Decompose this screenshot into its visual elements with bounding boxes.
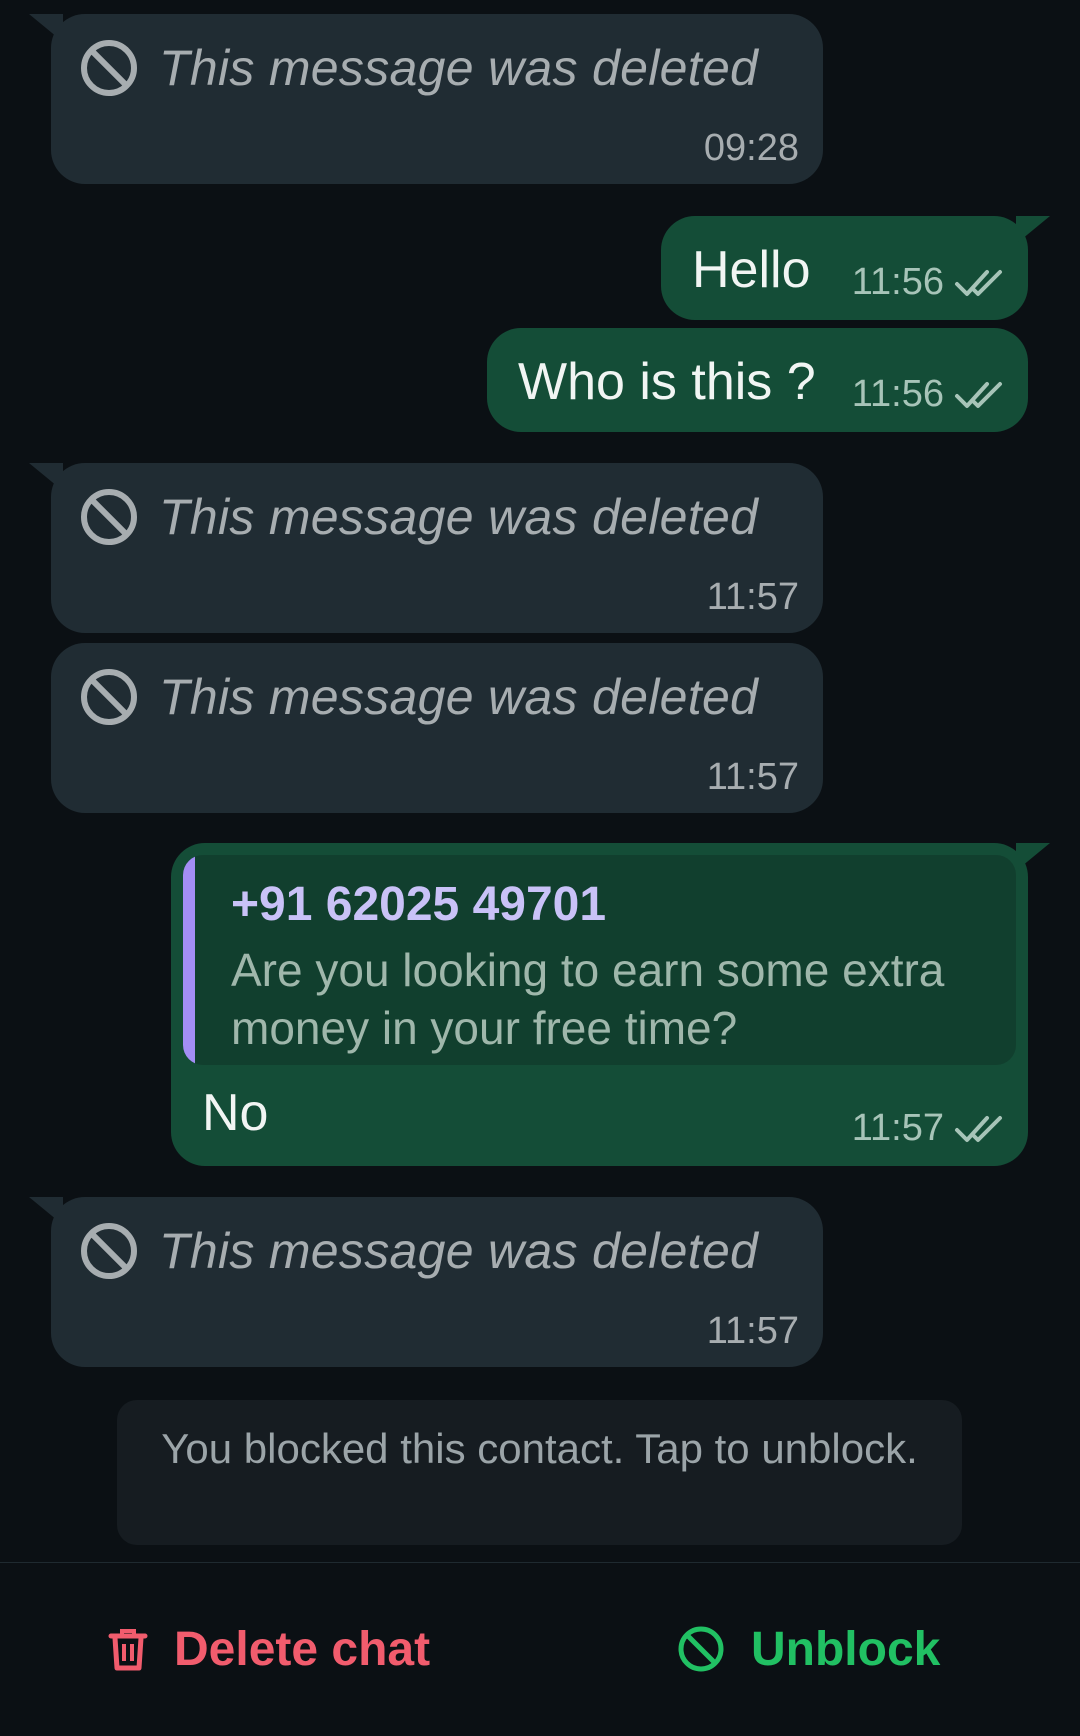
delete-chat-button[interactable]: Delete chat bbox=[108, 1563, 430, 1735]
message-time: 09:28 bbox=[703, 127, 799, 169]
double-check-icon bbox=[944, 266, 1004, 300]
blocked-circle-icon bbox=[79, 667, 139, 727]
message-deleted[interactable]: This message was deleted 11:57 bbox=[29, 463, 823, 633]
blocked-circle-icon bbox=[677, 1625, 751, 1673]
message-time: 11:56 bbox=[851, 261, 944, 303]
unblock-label: Unblock bbox=[751, 1622, 941, 1676]
message-deleted[interactable]: This message was deleted 11:57 bbox=[29, 1197, 823, 1367]
message-time: 11:57 bbox=[851, 1107, 944, 1149]
delete-chat-label: Delete chat bbox=[174, 1622, 431, 1676]
quoted-message[interactable]: +91 62025 49701 Are you looking to earn … bbox=[183, 855, 1016, 1065]
deleted-message-text: This message was deleted bbox=[159, 489, 759, 545]
message-time: 11:57 bbox=[706, 1310, 799, 1352]
deleted-row: This message was deleted bbox=[79, 667, 758, 727]
message-deleted[interactable]: This message was deleted 09:28 bbox=[29, 14, 823, 184]
message-reply[interactable]: +91 62025 49701 Are you looking to earn … bbox=[171, 843, 1050, 1166]
blocked-contact-notice[interactable]: You blocked this contact. Tap to unblock… bbox=[117, 1400, 962, 1545]
trash-icon bbox=[108, 1627, 174, 1671]
quoted-text: Are you looking to earn some extra money… bbox=[231, 944, 945, 1054]
deleted-message-text: This message was deleted bbox=[159, 40, 759, 96]
message-time: 11:57 bbox=[706, 756, 799, 798]
deleted-row: This message was deleted bbox=[79, 1221, 758, 1281]
message-text: Who is this ? bbox=[518, 353, 816, 411]
message-text: No bbox=[202, 1084, 269, 1142]
blocked-circle-icon bbox=[79, 38, 139, 98]
message-meta: 11:56 bbox=[852, 261, 1004, 304]
blocked-circle-icon bbox=[79, 487, 139, 547]
message-outgoing[interactable]: Hello 11:56 bbox=[661, 216, 1050, 320]
message-text: Hello bbox=[692, 241, 811, 299]
blocked-action-bar: Delete chat Unblock bbox=[0, 1562, 1080, 1736]
message-time: 11:57 bbox=[706, 576, 799, 618]
message-outgoing[interactable]: Who is this ? 11:56 bbox=[487, 328, 1028, 432]
deleted-row: This message was deleted bbox=[79, 487, 758, 547]
quote-accent-bar bbox=[183, 855, 195, 1065]
message-time: 11:56 bbox=[851, 373, 944, 415]
message-meta: 11:57 bbox=[852, 1107, 1004, 1150]
deleted-message-text: This message was deleted bbox=[159, 1223, 759, 1279]
message-deleted[interactable]: This message was deleted 11:57 bbox=[51, 643, 823, 813]
quoted-sender: +91 62025 49701 bbox=[231, 878, 607, 931]
double-check-icon bbox=[944, 378, 1004, 412]
double-check-icon bbox=[944, 1112, 1004, 1146]
unblock-button[interactable]: Unblock bbox=[677, 1563, 940, 1735]
message-meta: 11:56 bbox=[852, 373, 1004, 416]
deleted-message-text: This message was deleted bbox=[159, 669, 759, 725]
deleted-row: This message was deleted bbox=[79, 38, 758, 98]
blocked-circle-icon bbox=[79, 1221, 139, 1281]
